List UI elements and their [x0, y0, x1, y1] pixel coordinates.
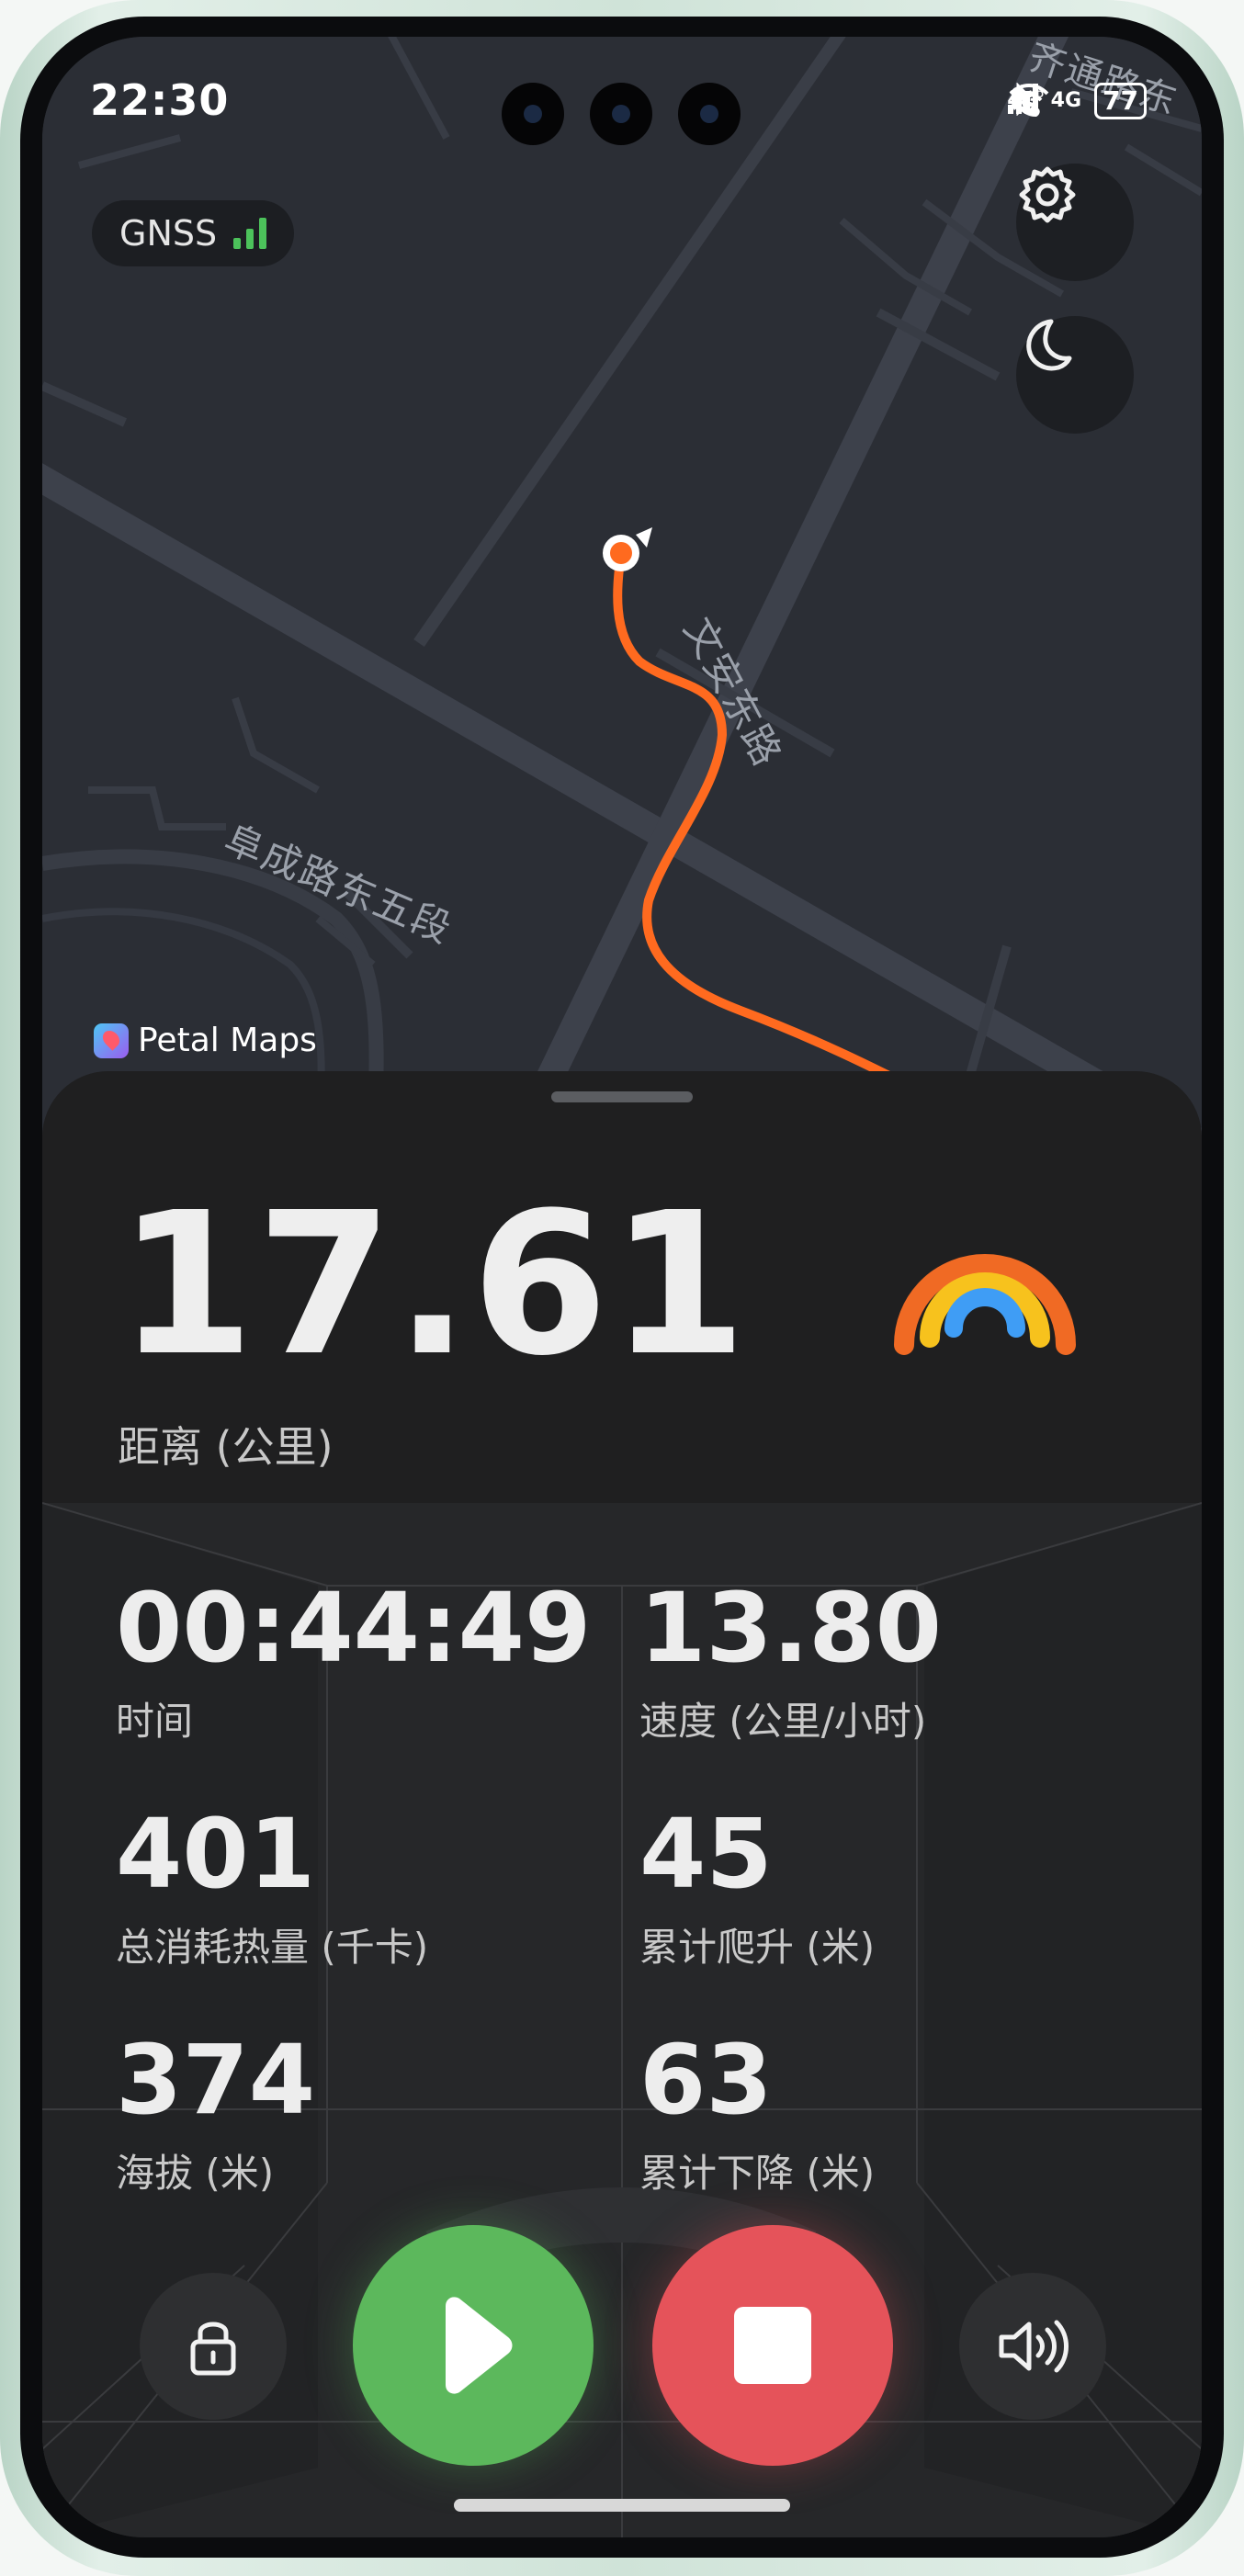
stat-value: 63: [639, 2024, 773, 2136]
gnss-indicator: GNSS: [92, 200, 295, 266]
stat-value: 45: [639, 1798, 773, 1910]
map-provider: Petal Maps: [138, 1022, 317, 1059]
stat-ascent: 45 累计爬升 (米): [639, 1806, 875, 1972]
voice-button[interactable]: [959, 2273, 1106, 2420]
stop-button[interactable]: [652, 2225, 893, 2466]
stat-value: 374: [116, 2024, 316, 2136]
settings-button[interactable]: [1016, 164, 1134, 281]
volume-icon: [999, 2320, 1069, 2373]
stat-label: 累计爬升 (米): [639, 1925, 876, 1970]
stat-label: 总消耗热量 (千卡): [116, 1925, 429, 1970]
stat-value: 401: [116, 1798, 316, 1910]
stat-label: 时间: [116, 1699, 194, 1744]
stat-value: 13.80: [639, 1572, 942, 1684]
home-indicator[interactable]: [454, 2499, 790, 2512]
battery-level: 77: [1103, 85, 1138, 116]
petal-maps-icon: [94, 1022, 129, 1058]
lock-button[interactable]: [140, 2273, 287, 2420]
system-icons: HD 4G 4G 77: [1007, 83, 1147, 119]
night-mode-button[interactable]: [1016, 316, 1134, 434]
lock-icon: [190, 2322, 236, 2376]
stat-calories: 401 总消耗热量 (千卡): [116, 1806, 428, 1972]
settings-icon: [1019, 166, 1076, 223]
drag-handle[interactable]: [551, 1091, 693, 1102]
stat-time: 00:44:49 时间: [116, 1580, 591, 1746]
front-camera: [502, 83, 564, 145]
leaf-icon: [1012, 85, 1024, 110]
battery-icon: 77: [1094, 83, 1147, 119]
stat-altitude: 374 海拔 (米): [116, 2032, 315, 2198]
clock: 22:30: [90, 75, 230, 125]
stat-label: 速度 (公里/小时): [639, 1699, 927, 1744]
stat-speed: 13.80 速度 (公里/小时): [639, 1580, 942, 1746]
map-attribution: Petal Maps: [94, 1022, 317, 1059]
status-bar: 22:30 HD 4G 4G 77: [42, 37, 1202, 147]
network-type: 4G: [1050, 89, 1082, 112]
stat-label: 海拔 (米): [116, 2151, 275, 2196]
map-view[interactable]: 齐通路东 文安东路 阜成路东五段 22:30 HD 4G 4G 77: [42, 37, 1202, 1139]
gnss-signal-icon: [233, 218, 267, 249]
play-icon: [446, 2297, 513, 2394]
stat-descent: 63 累计下降 (米): [639, 2032, 875, 2198]
resume-button[interactable]: [353, 2225, 594, 2466]
front-camera: [678, 83, 741, 145]
workout-panel: 17.61 距离 (公里) 00:44:49 时间 13.80 速度 (公里/小…: [42, 1071, 1202, 2537]
distance-label: 距离 (公里): [118, 1422, 334, 1472]
gnss-label: GNSS: [119, 213, 218, 254]
stat-label: 累计下降 (米): [639, 2151, 876, 2196]
moon-icon: [1026, 319, 1072, 371]
distance-value: 17.61: [118, 1170, 749, 1399]
rainbow-icon: [894, 1254, 1076, 1355]
screen: 齐通路东 文安东路 阜成路东五段 22:30 HD 4G 4G 77: [42, 37, 1202, 2537]
front-camera: [590, 83, 652, 145]
stat-value: 00:44:49: [116, 1572, 592, 1684]
stop-icon: [734, 2307, 811, 2384]
cell-signal-icon: 4G: [1008, 84, 1082, 114]
